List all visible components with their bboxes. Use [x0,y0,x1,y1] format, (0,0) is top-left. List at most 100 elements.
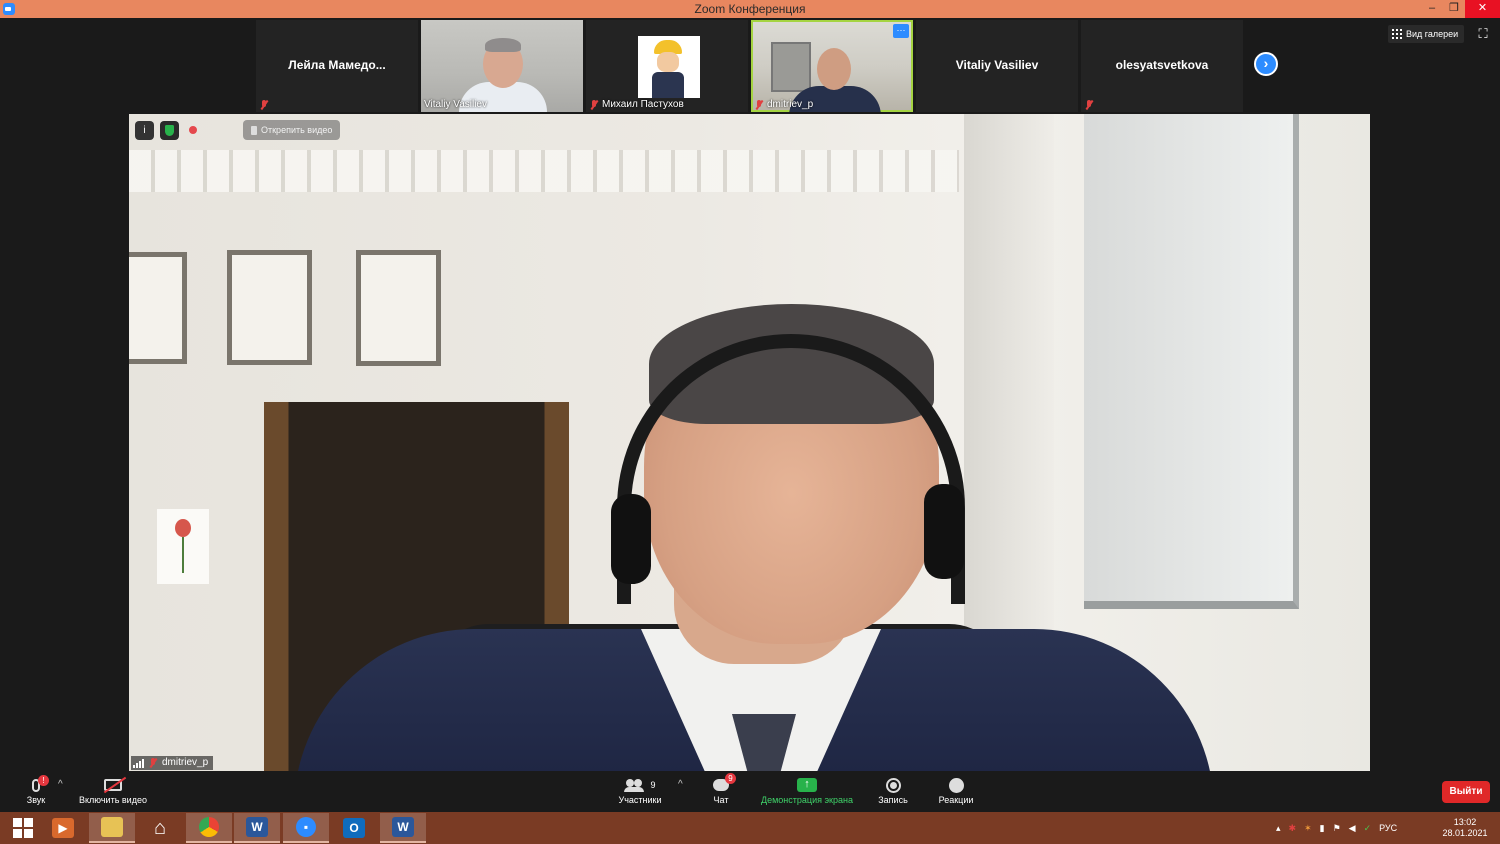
participant-label [259,100,269,110]
antivirus-icon[interactable]: ✱ [1289,823,1297,834]
mic-muted-icon [589,99,599,110]
volume-icon[interactable]: ◀ [1349,823,1356,834]
clock-date: 28.01.2021 [1442,828,1488,838]
unpin-video-label: Открепить видео [261,125,333,135]
reactions-icon [948,777,964,793]
tray-expand-icon[interactable]: ▴ [1276,823,1281,834]
taskbar-zoom[interactable]: ▪ [283,813,329,843]
window-title: Zoom Конференция [694,2,806,16]
participants-options-caret[interactable]: ^ [678,779,683,790]
audio-options-caret[interactable]: ^ [58,779,63,790]
system-tray: ▴ ✱ ✶ ▮ ⚑ ◀ ✓ РУС [1276,812,1397,844]
flower-drawing [157,509,209,584]
mic-muted-icon [148,758,158,768]
windows-taskbar: ▶ ⌂ W ▪ O W ▴ ✱ ✶ ▮ ⚑ ◀ ✓ РУС 13:02 28.0… [0,812,1500,844]
wall-frame [356,250,441,366]
home-icon: ⌂ [153,817,167,839]
avatar [638,36,700,98]
participant-tile-active[interactable]: ··· dmitriev_p [751,20,913,112]
participants-button[interactable]: 9 Участники [612,775,668,805]
participant-tile[interactable]: Vitaliy Vasiliev [916,20,1078,112]
security-icon[interactable]: ✓ [1364,823,1372,834]
chat-unread-badge: 9 [725,773,736,784]
reactions-button[interactable]: Реакции [932,775,980,805]
start-video-button[interactable]: Включить видео [74,775,152,805]
taskbar-file-explorer[interactable] [89,813,135,843]
clock[interactable]: 13:02 28.01.2021 [1436,817,1494,839]
participant-label: Vitaliy Vasiliev [424,99,487,110]
share-screen-label: Демонстрация экрана [761,795,853,805]
tray-app-icon[interactable]: ✶ [1304,823,1312,834]
wall-frame [227,250,312,365]
participant-name: dmitriev_p [767,99,814,110]
fullscreen-icon[interactable]: ⛶ [1476,27,1490,42]
chrome-icon [199,817,219,837]
word-icon: W [246,817,268,837]
taskbar-word-2[interactable]: W [380,813,426,843]
participant-name: Vitaliy Vasiliev [424,99,487,110]
title-bar: Zoom Конференция – ❐ ✕ [0,0,1500,18]
participant-tile[interactable]: Vitaliy Vasiliev [421,20,583,112]
taskbar-media-player[interactable]: ▶ [40,813,86,843]
pin-icon [251,125,257,135]
taskbar-word[interactable]: W [234,813,280,843]
participant-label: Михаил Пастухов [589,99,684,110]
shield-icon[interactable] [160,120,179,140]
mic-muted-icon [1084,100,1094,110]
flag-icon[interactable]: ⚑ [1333,823,1341,834]
participant-label: dmitriev_p [754,99,813,110]
clock-time: 13:02 [1453,817,1477,827]
reactions-label: Реакции [938,795,974,805]
share-screen-icon: ↑ [797,778,817,792]
close-button[interactable]: ✕ [1465,0,1500,18]
network-icon[interactable]: ▮ [1320,823,1325,834]
participants-label: Участники [618,795,662,805]
leave-meeting-button[interactable]: Выйти [1442,781,1490,803]
restore-button[interactable]: ❐ [1440,0,1468,18]
next-page-button[interactable]: › [1254,52,1278,76]
start-video-label: Включить видео [79,795,147,805]
share-screen-button[interactable]: ↑ Демонстрация экрана [756,775,858,805]
recording-dot-icon [189,126,197,134]
gallery-view-button[interactable]: Вид галереи [1388,25,1465,43]
language-indicator[interactable]: РУС [1379,823,1397,833]
record-label: Запись [878,795,908,805]
participant-name: Михаил Пастухов [602,99,684,110]
windows-logo-icon [13,818,33,838]
active-speaker-video: i Открепить видео dmitriev_p [129,114,1370,771]
participant-name: olesyatsvetkova [1115,58,1209,72]
participant-tile[interactable]: Лейла Мамедо... [256,20,418,112]
chat-label: Чат [713,795,729,805]
video-overlay: i Открепить видео [135,120,341,140]
audio-label: Звук [26,795,46,805]
taskbar-home[interactable]: ⌂ [137,813,183,843]
participants-count: 9 [650,780,656,790]
word-icon: W [392,817,414,837]
more-options-button[interactable]: ··· [893,24,909,38]
participant-name: Vitaliy Vasiliev [955,58,1039,72]
folder-icon [101,817,123,837]
participants-icon [624,779,645,792]
signal-icon [133,758,144,768]
taskbar-chrome[interactable] [186,813,232,843]
speaker-label: dmitriev_p [131,756,214,770]
mic-muted-icon [259,100,269,110]
whiteboard [1084,114,1299,609]
gallery-view-label: Вид галереи [1406,29,1459,39]
record-button[interactable]: Запись [872,775,914,805]
audio-button[interactable]: ! Звук [18,775,54,805]
audio-warning-badge: ! [38,775,49,786]
outlook-icon: O [343,818,365,838]
mic-muted-icon [754,99,764,110]
zoom-icon: ▪ [296,817,316,837]
participant-tile[interactable]: Михаил Пастухов [586,20,748,112]
taskbar-outlook[interactable]: O [331,813,377,843]
participant-tile[interactable]: olesyatsvetkova [1081,20,1243,112]
participant-name: Лейла Мамедо... [288,58,386,72]
speaker-name: dmitriev_p [162,757,209,768]
info-icon[interactable]: i [135,120,154,140]
media-player-icon: ▶ [52,818,74,838]
unpin-video-button[interactable]: Открепить видео [243,120,341,140]
chat-button[interactable]: 9 Чат [705,773,737,805]
record-icon [885,777,901,793]
